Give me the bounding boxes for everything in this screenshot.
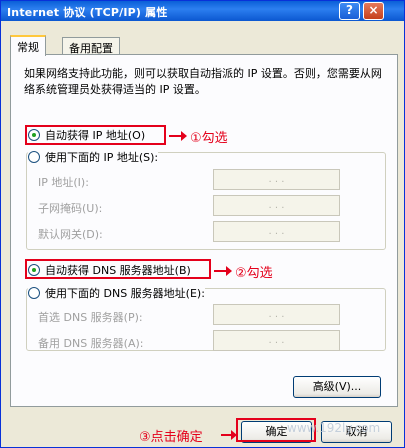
description-text: 如果网络支持此功能，则可以获取自动指派的 IP 设置。否则，您需要从网络系统管理… — [24, 67, 382, 96]
dns-manual-radio-row[interactable]: 使用下面的 DNS 服务器地址(E): — [28, 285, 205, 301]
ip-manual-radio[interactable] — [28, 151, 40, 163]
dns-manual-label: 使用下面的 DNS 服务器地址(E): — [45, 287, 205, 300]
highlight-box-ip-auto — [25, 125, 166, 145]
subnet-mask-field[interactable]: . . . — [213, 195, 340, 216]
subnet-mask-label: 子网掩码(U): — [38, 202, 103, 215]
tab-general[interactable]: 常规 — [10, 35, 46, 56]
arrow-step1 — [169, 131, 187, 141]
help-button[interactable]: ? — [339, 2, 360, 20]
dns-manual-radio[interactable] — [28, 287, 40, 299]
ip-manual-radio-row[interactable]: 使用下面的 IP 地址(S): — [28, 149, 159, 165]
advanced-button[interactable]: 高级(V)... — [293, 376, 381, 398]
annotation-step3: ③点击确定 — [139, 430, 203, 445]
window-title: Internet 协议 (TCP/IP) 属性 — [7, 6, 168, 19]
highlight-box-dns-auto — [25, 259, 211, 279]
alternate-dns-label: 备用 DNS 服务器(A): — [38, 337, 144, 350]
arrow-step3 — [221, 430, 237, 440]
default-gateway-label: 默认网关(D): — [38, 228, 103, 241]
ip-address-label: IP 地址(I): — [38, 176, 89, 189]
ip-manual-label: 使用下面的 IP 地址(S): — [45, 151, 159, 164]
watermark: www.192ly.com — [287, 421, 381, 435]
preferred-dns-label: 首选 DNS 服务器(P): — [38, 311, 143, 324]
close-button[interactable]: × — [363, 2, 384, 20]
preferred-dns-field[interactable]: . . . — [213, 304, 340, 325]
ip-address-field[interactable]: . . . — [213, 169, 340, 190]
tcpip-properties-dialog: Internet 协议 (TCP/IP) 属性 ? × 常规 备用配置 如果网络… — [0, 0, 405, 448]
arrow-step2 — [214, 266, 232, 276]
annotation-step2: ②勾选 — [235, 266, 273, 281]
title-bar: Internet 协议 (TCP/IP) 属性 ? × — [1, 1, 404, 21]
tab-alternate-config[interactable]: 备用配置 — [62, 37, 120, 55]
alternate-dns-field[interactable]: . . . — [213, 330, 340, 351]
annotation-step1: ①勾选 — [190, 131, 228, 146]
default-gateway-field[interactable]: . . . — [213, 221, 340, 242]
